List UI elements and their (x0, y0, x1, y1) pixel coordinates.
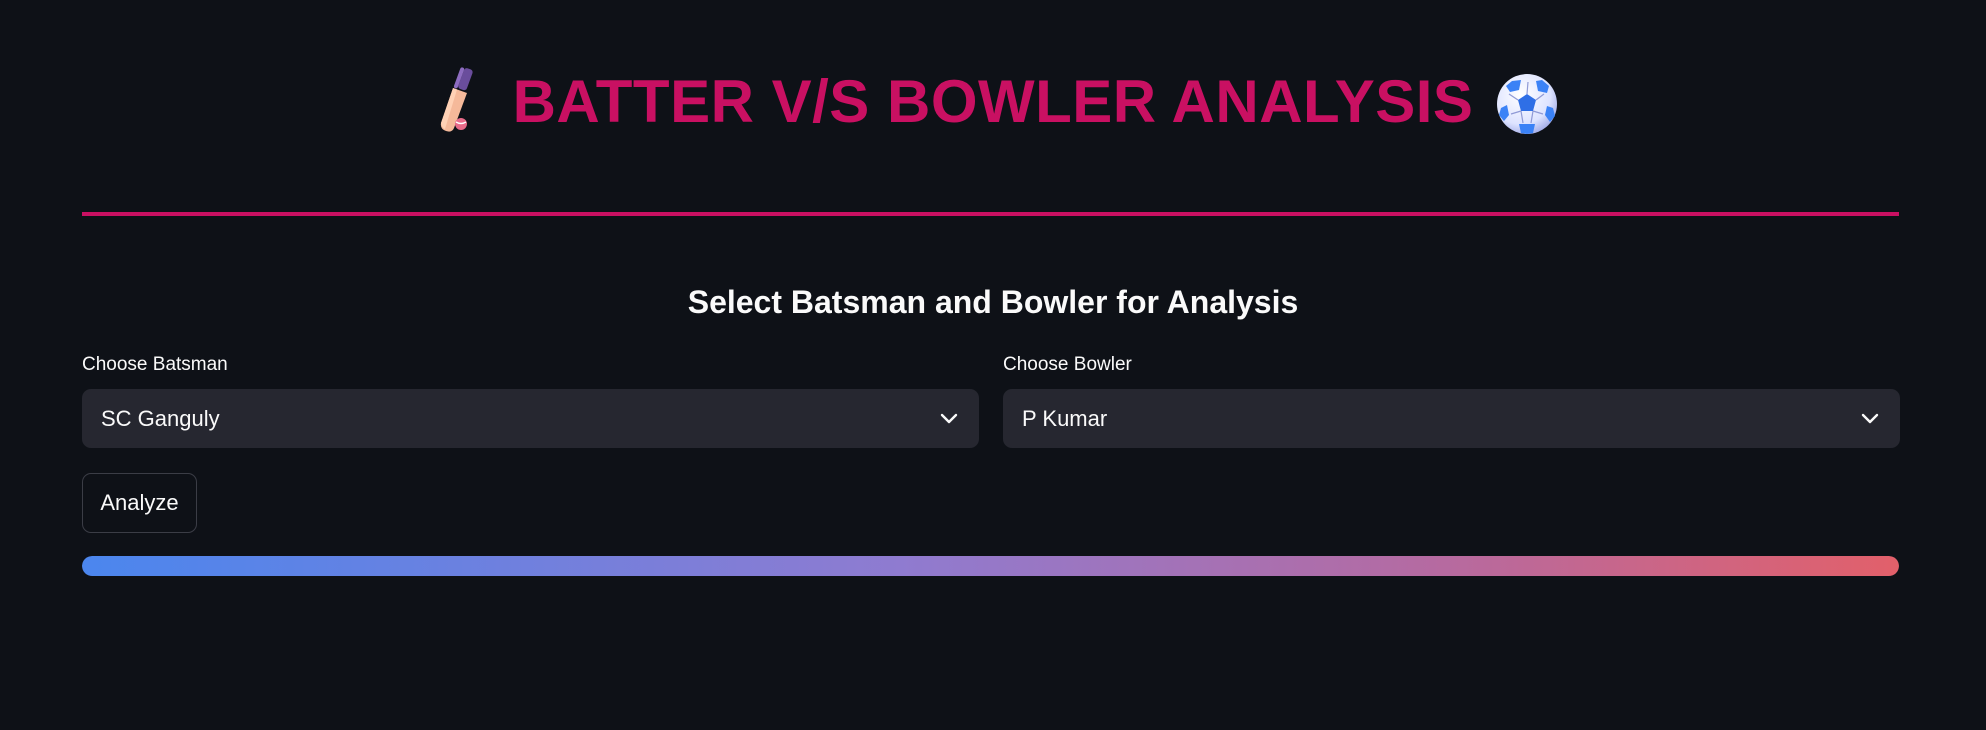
cricket-bat-icon (427, 66, 491, 138)
analyze-button[interactable]: Analyze (82, 473, 197, 533)
batsman-select[interactable]: SC Ganguly (82, 389, 979, 448)
batsman-selected-value: SC Ganguly (101, 405, 220, 431)
section-heading: Select Batsman and Bowler for Analysis (687, 284, 1299, 320)
bowler-select[interactable]: P Kumar (1003, 389, 1900, 448)
chevron-down-icon (1860, 412, 1880, 426)
progress-bar-fill (82, 556, 1899, 576)
progress-bar (82, 556, 1899, 576)
page-title: BATTER V/S BOWLER ANALYSIS (512, 68, 1474, 135)
app-page: BATTER V/S BOWLER ANALYSIS Select Batsma… (0, 0, 1986, 730)
batsman-label: Choose Batsman (82, 354, 228, 375)
header-divider (82, 212, 1899, 216)
chevron-down-icon (939, 412, 959, 426)
bowler-label: Choose Bowler (1003, 354, 1132, 375)
soccer-ball-icon (1495, 66, 1559, 138)
page-header: BATTER V/S BOWLER ANALYSIS (0, 62, 1986, 142)
bowler-selected-value: P Kumar (1022, 405, 1108, 431)
